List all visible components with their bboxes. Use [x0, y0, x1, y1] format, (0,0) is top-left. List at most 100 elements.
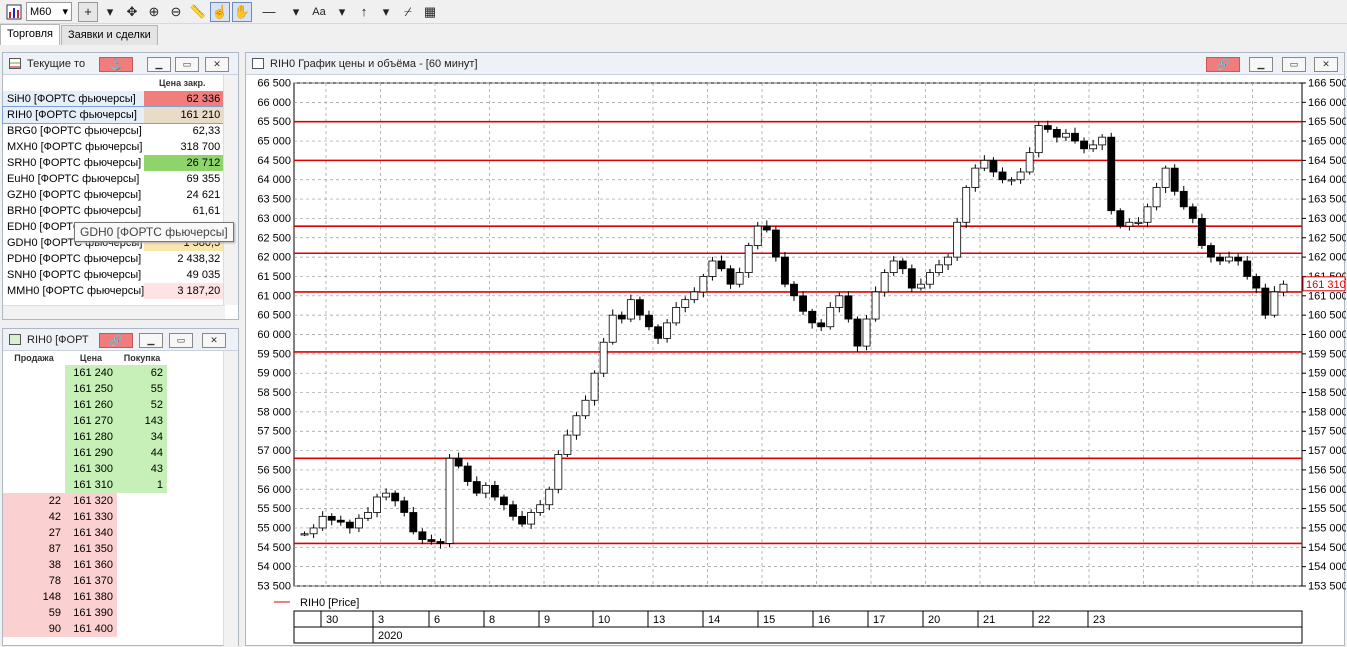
link-icon[interactable]: 🔗: [1206, 57, 1240, 72]
x-tick-label: 14: [708, 614, 720, 626]
candle-body: [463, 465, 472, 482]
tab-trading[interactable]: Торговля: [0, 24, 60, 45]
orderbook-bid-row[interactable]: 161 290 44: [3, 445, 167, 461]
trades-vertical-scrollbar[interactable]: [223, 75, 238, 305]
candle-body: [436, 541, 445, 544]
trade-row[interactable]: SRH0 [ФОРТС фьючерсы] 26 712: [3, 155, 227, 171]
minimize-icon[interactable]: ▁: [1249, 57, 1273, 72]
orderbook-bid-row[interactable]: 161 310 1: [3, 477, 167, 493]
sell-qty: [3, 461, 65, 477]
candle-body: [916, 283, 925, 289]
orderbook-ask-row[interactable]: 87 161 350: [3, 541, 167, 557]
price-chart[interactable]: 53 500 153 500 54 000 154 000 54 500 154 500 5…: [246, 76, 1346, 646]
buy-qty: [117, 605, 167, 621]
orderbook-bid-row[interactable]: 161 260 52: [3, 397, 167, 413]
move-icon[interactable]: ✥: [122, 2, 142, 22]
y-tick-label: 55 000: [257, 522, 291, 534]
buy-qty: 143: [117, 413, 167, 429]
candle-body: [989, 159, 998, 173]
candle-body: [871, 291, 880, 320]
ask-price: 161 330: [65, 509, 117, 525]
trade-row[interactable]: PDH0 [ФОРТС фьючерсы] 2 438,32: [3, 251, 226, 267]
maximize-icon[interactable]: ▭: [175, 57, 199, 72]
tab-orders[interactable]: Заявки и сделки: [60, 25, 158, 45]
sell-qty: 38: [3, 557, 65, 573]
x-tick-label: 20: [928, 614, 940, 626]
trade-row[interactable]: GZH0 [ФОРТС фьючерсы] 24 621: [3, 187, 226, 203]
table-icon: [9, 58, 21, 69]
orderbook-bid-row[interactable]: 161 270 143: [3, 413, 167, 429]
chevron-down-icon[interactable]: ▾: [376, 2, 396, 22]
link-icon[interactable]: 🔗: [99, 333, 133, 348]
y-tick-label: 66 500: [257, 78, 291, 90]
close-icon[interactable]: ✕: [205, 57, 229, 72]
chevron-down-icon[interactable]: ▾: [100, 2, 120, 22]
orderbook-ask-row[interactable]: 27 161 340: [3, 525, 167, 541]
y-right-tick-label: 157 500: [1308, 426, 1346, 438]
zoom-in-icon[interactable]: ⊕: [144, 2, 164, 22]
sell-qty: 59: [3, 605, 65, 621]
candle-body: [400, 500, 409, 513]
chevron-down-icon[interactable]: ▾: [332, 2, 352, 22]
chevron-down-icon[interactable]: ▾: [286, 2, 306, 22]
maximize-icon[interactable]: ▭: [169, 333, 193, 348]
current-trades-titlebar: Текущие то ⚓ ▁ ▭ ✕: [3, 53, 238, 75]
ruler-icon[interactable]: 📏: [188, 2, 208, 22]
y-right-tick-label: 165 500: [1308, 116, 1346, 128]
orderbook-ask-row[interactable]: 148 161 380: [3, 589, 167, 605]
minimize-icon[interactable]: ▁: [147, 57, 171, 72]
hide-drawings-icon[interactable]: ⌿: [398, 2, 418, 22]
hand-pointer-icon[interactable]: ☝: [210, 1, 230, 22]
orderbook-ask-row[interactable]: 42 161 330: [3, 509, 167, 525]
orderbook-ask-row[interactable]: 38 161 360: [3, 557, 167, 573]
bid-price: 161 300: [65, 461, 117, 477]
trade-row[interactable]: SiH0 [ФОРТС фьючерсы] 62 336: [3, 91, 227, 107]
orderbook-bid-row[interactable]: 161 280 34: [3, 429, 167, 445]
orderbook-ask-row[interactable]: 90 161 400: [3, 621, 167, 637]
trade-row[interactable]: MMH0 [ФОРТС фьючерсы] 3 187,20: [3, 283, 227, 299]
trade-row[interactable]: EuH0 [ФОРТС фьючерсы] 69 355: [3, 171, 226, 187]
x-axis-days-row: [293, 610, 1303, 628]
y-right-tick-label: 161 000: [1308, 290, 1346, 302]
sell-qty: [3, 365, 65, 381]
trade-row[interactable]: BRH0 [ФОРТС фьючерсы] 61,61: [3, 203, 226, 219]
candle-body: [1216, 256, 1224, 262]
chart-type-icon[interactable]: [4, 2, 24, 22]
orderbook-bid-row[interactable]: 161 300 43: [3, 461, 167, 477]
crosshair-icon[interactable]: +: [78, 1, 98, 22]
candle-body: [762, 225, 771, 231]
candle-body: [1134, 221, 1143, 224]
candle-body: [1089, 144, 1098, 150]
text-tool-icon[interactable]: Aa: [308, 2, 330, 22]
line-tool-icon[interactable]: —: [254, 2, 284, 22]
orderbook-bid-row[interactable]: 161 240 62: [3, 365, 167, 381]
timeframe-select[interactable]: M60 ▾: [26, 2, 72, 21]
trade-row[interactable]: SNH0 [ФОРТС фьючерсы] 49 035: [3, 267, 226, 283]
grid-icon[interactable]: ▦: [420, 2, 440, 22]
trade-row[interactable]: MXH0 [ФОРТС фьючерсы] 318 700: [3, 139, 226, 155]
hand-pan-icon[interactable]: ✋: [232, 1, 252, 22]
col-header-buy: Покупка: [123, 353, 161, 363]
trade-row[interactable]: BRG0 [ФОРТС фьючерсы] 62,33: [3, 123, 226, 139]
candle-body: [545, 488, 554, 506]
orderbook-ask-row[interactable]: 59 161 390: [3, 605, 167, 621]
trades-horizontal-scrollbar[interactable]: [3, 305, 225, 319]
y-right-tick-label: 166 000: [1308, 97, 1346, 109]
orderbook-bid-row[interactable]: 161 250 55: [3, 381, 167, 397]
zoom-out-icon[interactable]: ⊖: [166, 2, 186, 22]
orderbook-ask-row[interactable]: 22 161 320: [3, 493, 167, 509]
y-right-tick-label: 162 000: [1308, 252, 1346, 264]
candle-body: [1225, 256, 1234, 262]
minimize-icon[interactable]: ▁: [139, 333, 163, 348]
close-icon[interactable]: ✕: [1314, 57, 1338, 72]
y-tick-label: 66 000: [257, 97, 291, 109]
close-icon[interactable]: ✕: [202, 333, 226, 348]
trade-row[interactable]: RIH0 [ФОРТС фьючерсы] 161 210: [1, 106, 228, 124]
arrow-up-icon[interactable]: ↑: [354, 2, 374, 22]
sell-qty: 27: [3, 525, 65, 541]
orderbook-ask-row[interactable]: 78 161 370: [3, 573, 167, 589]
candle-body: [1161, 167, 1170, 188]
maximize-icon[interactable]: ▭: [1282, 57, 1306, 72]
orderbook-vertical-scrollbar[interactable]: [223, 351, 238, 647]
anchor-icon[interactable]: ⚓: [99, 57, 133, 72]
